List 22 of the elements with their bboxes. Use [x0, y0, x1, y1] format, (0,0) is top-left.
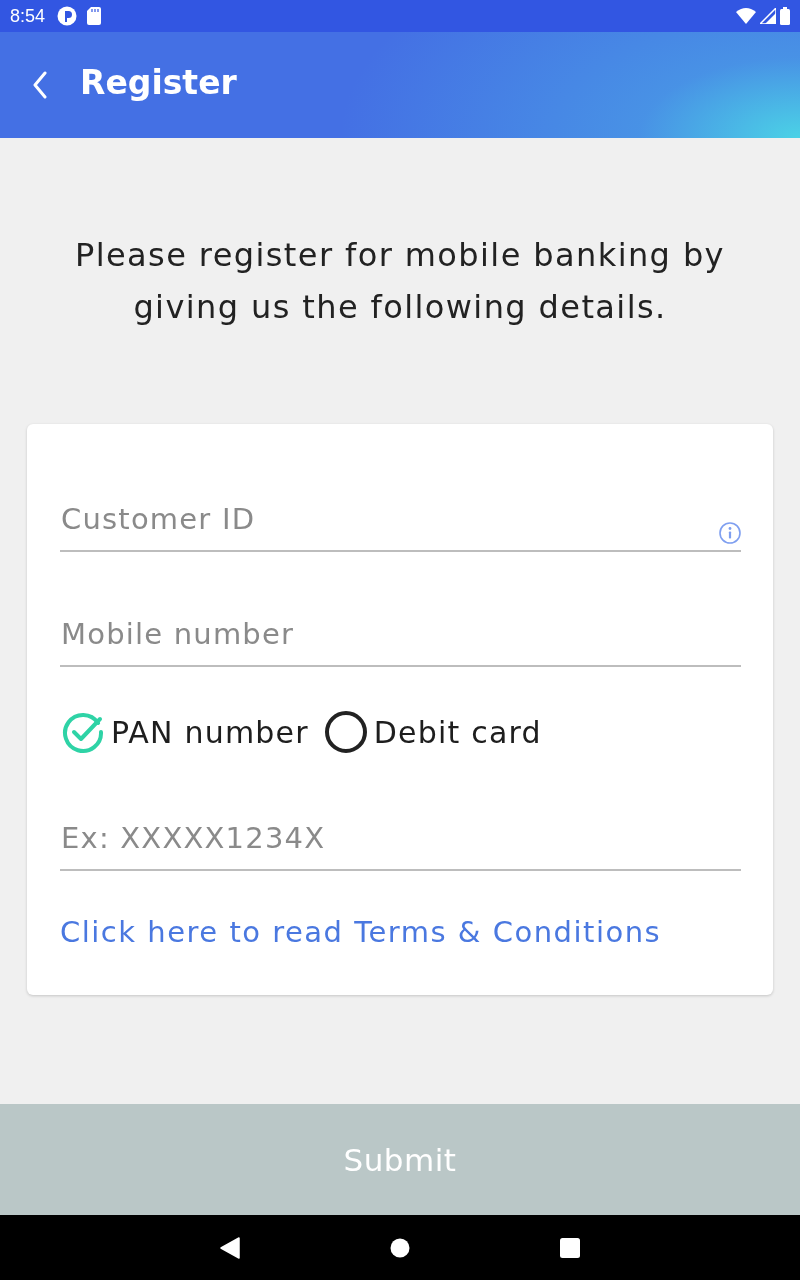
- info-icon[interactable]: [719, 522, 741, 544]
- input-field[interactable]: Mobile number: [60, 612, 741, 667]
- sd-card-icon: [87, 7, 102, 25]
- input-field[interactable]: Customer ID: [60, 497, 741, 552]
- home-circle-icon: [390, 1237, 410, 1258]
- terms-link[interactable]: Click here to read Terms & Conditions: [60, 912, 662, 952]
- intro-text: Please register for mobile banking by giving us the following details.: [74, 235, 726, 328]
- radio-option[interactable]: Debit card: [322, 709, 542, 755]
- input-field[interactable]: Ex: XXXXX1234X: [60, 816, 741, 871]
- home-button[interactable]: [390, 1237, 410, 1258]
- back-nav-button[interactable]: [220, 1236, 240, 1259]
- recents-square-icon: [560, 1237, 580, 1258]
- wifi-icon: [736, 8, 756, 24]
- page-title: Register: [80, 63, 237, 103]
- signal-icon: [760, 8, 776, 24]
- status-time: 8:54: [10, 5, 46, 27]
- back-triangle-icon: [220, 1236, 240, 1259]
- circle-app-icon: [57, 6, 78, 26]
- radio-option[interactable]: PAN number: [60, 709, 309, 755]
- back-chevron-icon: [32, 71, 48, 99]
- battery-icon: [780, 7, 790, 25]
- recents-button[interactable]: [560, 1237, 580, 1258]
